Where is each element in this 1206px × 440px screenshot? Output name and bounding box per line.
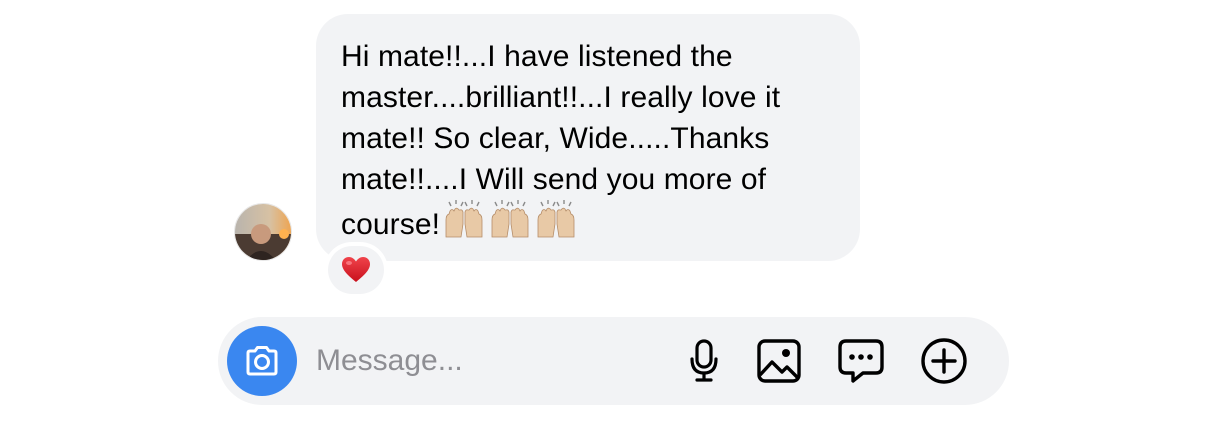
emoji-group <box>442 200 580 249</box>
sticker-chat-icon <box>838 339 884 383</box>
message-input[interactable] <box>316 337 646 385</box>
microphone-icon <box>690 339 718 382</box>
raising-hands-emoji <box>445 200 483 238</box>
plus-circle-icon <box>921 338 967 384</box>
avatar[interactable] <box>234 203 292 261</box>
reaction-badge[interactable] <box>326 244 386 296</box>
raising-hands-emoji <box>537 200 575 238</box>
red-heart-icon <box>342 257 370 282</box>
image-icon <box>757 339 801 383</box>
reaction-badge-inner <box>328 246 384 294</box>
camera-button[interactable] <box>227 326 297 396</box>
more-options-button[interactable] <box>920 337 968 385</box>
gallery-button[interactable] <box>755 337 803 385</box>
raising-hands-emoji <box>491 200 529 238</box>
camera-icon <box>246 346 278 376</box>
sticker-button[interactable] <box>837 337 885 385</box>
message-composer <box>218 317 1009 405</box>
microphone-button[interactable] <box>680 337 728 385</box>
message-bubble[interactable]: Hi mate!!...I have listened the master..… <box>316 14 860 261</box>
